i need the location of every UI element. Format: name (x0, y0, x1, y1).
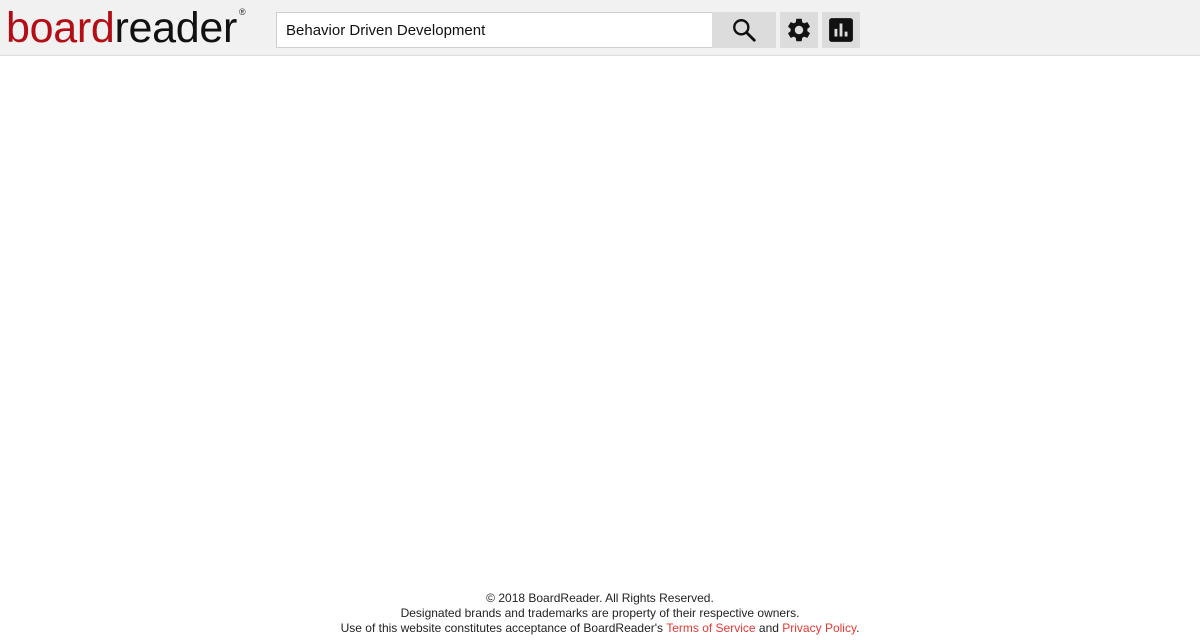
gear-icon (788, 18, 810, 42)
header-bar: board reader ® (0, 0, 1200, 56)
trademarks-text: Designated brands and trademarks are pro… (400, 606, 800, 620)
registered-mark: ® (238, 7, 246, 17)
settings-button[interactable] (780, 12, 818, 48)
boardreader-logo[interactable]: board reader ® (6, 4, 246, 52)
page: boardreader® © 2018 BoardReader. All Rig (0, 0, 1200, 640)
search-icon (733, 19, 756, 42)
logo-part-reader: reader (114, 4, 237, 52)
stats-button[interactable] (822, 12, 860, 48)
logo-part-board: board (6, 4, 115, 52)
bar-chart-icon (829, 18, 853, 42)
period-text: . (856, 621, 860, 635)
footer: © 2018 BoardReader. All Rights Reserved.… (0, 591, 1200, 636)
acceptance-line: Use of this website constitutes acceptan… (0, 621, 1200, 636)
acceptance-text: Use of this website constitutes acceptan… (340, 621, 664, 635)
privacy-policy-link[interactable]: Privacy Policy (782, 621, 856, 635)
and-text: and (758, 621, 779, 635)
search-input[interactable] (276, 12, 713, 48)
copyright-text: © 2018 BoardReader. All Rights Reserved. (486, 591, 714, 605)
search-button[interactable] (712, 12, 776, 48)
terms-of-service-link[interactable]: Terms of Service (666, 621, 755, 635)
